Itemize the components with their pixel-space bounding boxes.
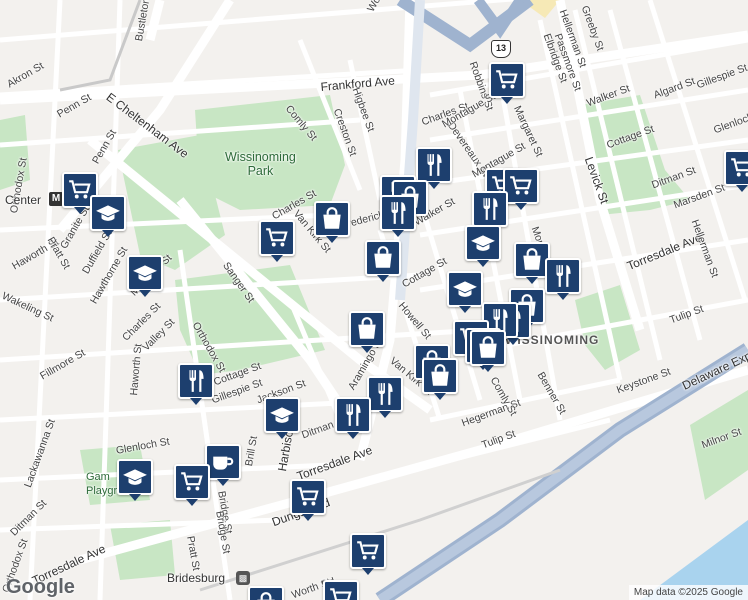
grocery-icon[interactable] (350, 533, 386, 575)
shopping-bag-icon[interactable] (470, 330, 506, 372)
cafe-icon[interactable] (205, 444, 241, 486)
shopping-bag-icon[interactable] (248, 586, 284, 600)
map-canvas[interactable]: Bustleton Ave Akron St Penn St Frankford… (0, 0, 748, 600)
grocery-icon[interactable] (503, 168, 539, 210)
park-southeast-area (690, 390, 748, 500)
restaurant-icon[interactable] (335, 397, 371, 439)
base-map (0, 0, 748, 600)
school-icon[interactable] (90, 195, 126, 237)
restaurant-icon[interactable] (367, 376, 403, 418)
shopping-bag-icon[interactable] (349, 311, 385, 353)
restaurant-icon[interactable] (472, 191, 508, 233)
grocery-icon[interactable] (174, 464, 210, 506)
grocery-icon[interactable] (323, 580, 359, 600)
google-logo: Google (6, 576, 75, 598)
school-icon[interactable] (127, 255, 163, 297)
restaurant-icon[interactable] (416, 147, 452, 189)
train-station-icon[interactable]: ▩ (236, 571, 250, 585)
route-13-shield: 13 (491, 40, 511, 58)
metro-icon: M (49, 192, 63, 206)
restaurant-icon[interactable] (178, 363, 214, 405)
grocery-icon[interactable] (290, 479, 326, 521)
grocery-icon[interactable] (724, 150, 748, 192)
shopping-bag-icon[interactable] (422, 358, 458, 400)
map-attribution[interactable]: Map data ©2025 Google (628, 585, 748, 600)
restaurant-icon[interactable] (380, 195, 416, 237)
shopping-bag-icon[interactable] (314, 201, 350, 243)
wissinoming-park-area (195, 95, 345, 210)
shopping-bag-icon[interactable] (365, 240, 401, 282)
park-west-edge (0, 115, 30, 190)
school-icon[interactable] (117, 459, 153, 501)
school-icon[interactable] (465, 225, 501, 267)
grocery-icon[interactable] (489, 62, 525, 104)
grocery-icon[interactable] (259, 220, 295, 262)
school-icon[interactable] (447, 271, 483, 313)
school-icon[interactable] (264, 397, 300, 439)
restaurant-icon[interactable] (545, 258, 581, 300)
